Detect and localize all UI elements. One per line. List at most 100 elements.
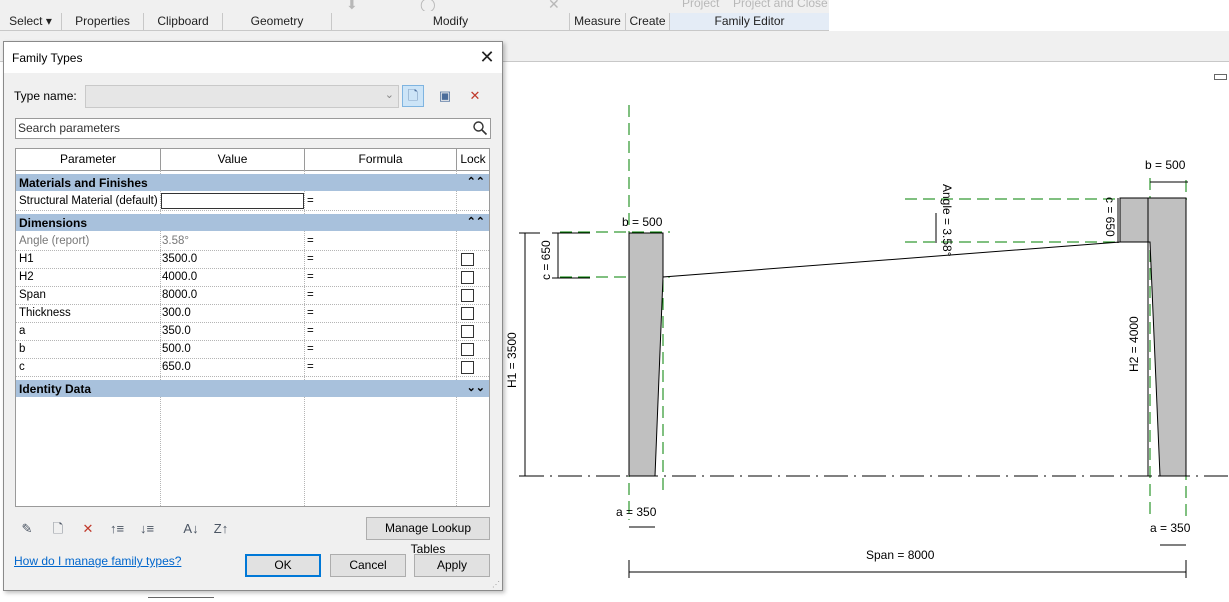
lock-checkbox[interactable] [461,325,474,338]
value-cell[interactable]: 300.0 [162,304,302,322]
formula-cell[interactable]: = [307,286,455,304]
lock-checkbox[interactable] [461,361,474,374]
move-down-icon[interactable]: ↓≡ [138,520,156,538]
table-row[interactable]: Thickness 300.0 = [16,304,489,323]
new-type-icon: 🗋 [407,88,419,103]
value-cell[interactable]: 650.0 [162,358,302,376]
resize-grip-icon[interactable]: ⋰ [492,580,500,589]
group-label: Identity Data [19,382,92,396]
search-input[interactable] [18,120,468,136]
formula-cell[interactable]: = [307,304,455,322]
formula-cell[interactable]: = [307,340,455,358]
dim-h2-label: H2 = 4000 [1127,316,1141,372]
table-row[interactable]: H2 4000.0 = [16,268,489,287]
collapse-icon[interactable]: ⌃⌃ [467,215,485,228]
table-row[interactable]: Structural Material (default) = [16,192,489,211]
family-types-dialog: Family Types ✕ Type name: ⌄ 🗋 ▣ ✕ Parame… [3,41,503,591]
formula-cell[interactable]: = [307,268,455,286]
value-cell[interactable]: 3500.0 [162,250,302,268]
parameter-name: H2 [19,271,34,283]
formula-cell[interactable]: = [307,232,455,250]
dim-angle-label: Angle = 3.58° [940,184,954,257]
dim-a-right-label: a = 350 [1150,521,1191,535]
dialog-title: Family Types [12,51,83,65]
value-cell[interactable]: 350.0 [162,322,302,340]
delete-type-button[interactable]: ✕ [464,85,486,107]
dim-b-left-label: b = 500 [622,215,663,229]
formula-cell[interactable]: = [307,250,455,268]
formula-cell[interactable]: = [307,358,455,376]
type-name-label: Type name: [14,89,77,103]
group-materials-and-finishes[interactable]: Materials and Finishes ⌃⌃ [16,174,489,191]
table-row[interactable]: a 350.0 = [16,322,489,341]
sort-ascending-icon[interactable]: A↓ [182,520,200,538]
dim-c-left-label: c = 650 [539,240,553,280]
lock-checkbox[interactable] [461,271,474,284]
table-row[interactable]: Span 8000.0 = [16,286,489,305]
new-parameter-icon[interactable]: 🗋 [49,520,67,538]
column-header-formula[interactable]: Formula [305,149,457,170]
group-dimensions[interactable]: Dimensions ⌃⌃ [16,214,489,231]
search-parameters[interactable] [15,118,491,139]
sort-descending-icon[interactable]: Z↑ [212,520,230,538]
grid-header: Parameter Value Formula Lock [16,149,489,171]
value-cell[interactable]: 4000.0 [162,268,302,286]
parameter-name: a [19,325,26,337]
status-bar-fragment [148,597,214,602]
expand-icon[interactable]: ⌄⌄ [467,381,485,394]
parameter-name: Thickness [19,307,71,319]
value-cell: 3.58° [162,235,189,247]
lock-checkbox[interactable] [461,289,474,302]
group-label: Dimensions [19,216,88,230]
group-identity-data[interactable]: Identity Data ⌄⌄ [16,380,489,397]
parameter-name: b [19,343,26,355]
column-header-value[interactable]: Value [161,149,305,170]
manage-lookup-tables-button[interactable]: Manage Lookup Tables [366,517,490,556]
chevron-down-icon: ⌄ [384,89,394,101]
apply-button[interactable]: Apply [414,554,490,577]
help-link[interactable]: How do I manage family types? [14,554,181,568]
table-row[interactable]: Angle (report) 3.58° = [16,232,489,251]
lock-checkbox[interactable] [461,307,474,320]
type-name-dropdown[interactable]: ⌄ [85,85,399,108]
column-header-parameter[interactable]: Parameter [16,149,161,170]
rename-type-button[interactable]: ▣ [434,85,456,107]
rename-type-icon: ▣ [438,88,452,103]
frame-members [628,197,1187,477]
group-label: Materials and Finishes [19,176,148,190]
table-row[interactable]: H1 3500.0 = [16,250,489,269]
parameter-name: Structural Material (default) [19,195,158,207]
reference-planes [520,105,1229,520]
dim-h1-label: H1 = 3500 [505,332,519,388]
search-icon[interactable] [472,120,488,136]
lock-checkbox[interactable] [461,343,474,356]
portal-frame-shape [628,197,1187,477]
edit-parameter-icon[interactable]: ✎ [18,520,36,538]
value-cell[interactable]: 8000.0 [162,286,302,304]
parameters-grid: Parameter Value Formula Lock Materials a… [15,148,490,507]
delete-type-icon: ✕ [469,88,481,103]
dim-b-right-label: b = 500 [1145,158,1186,172]
parameter-name: Span [19,289,46,301]
ok-button[interactable]: OK [245,554,321,577]
material-value-field[interactable] [161,193,304,209]
close-icon[interactable]: ✕ [476,46,498,68]
delete-parameter-icon[interactable]: ✕ [79,520,97,538]
table-row[interactable]: b 500.0 = [16,340,489,359]
parameter-name: c [19,361,25,373]
parameter-name: Angle (report) [19,235,90,247]
move-up-icon[interactable]: ↑≡ [108,520,126,538]
table-row[interactable]: c 650.0 = [16,358,489,377]
dim-span-label: Span = 8000 [866,548,935,562]
column-header-lock[interactable]: Lock [457,149,489,170]
formula-cell[interactable]: = [307,192,455,210]
collapse-icon[interactable]: ⌃⌃ [467,175,485,188]
value-cell[interactable]: 500.0 [162,340,302,358]
dim-c-right-label: c = 650 [1103,197,1117,237]
dialog-title-bar: Family Types ✕ [4,42,502,73]
cancel-button[interactable]: Cancel [330,554,406,577]
dim-a-left-label: a = 350 [616,505,657,519]
formula-cell[interactable]: = [307,322,455,340]
lock-checkbox[interactable] [461,253,474,266]
new-type-button[interactable]: 🗋 [402,85,424,107]
